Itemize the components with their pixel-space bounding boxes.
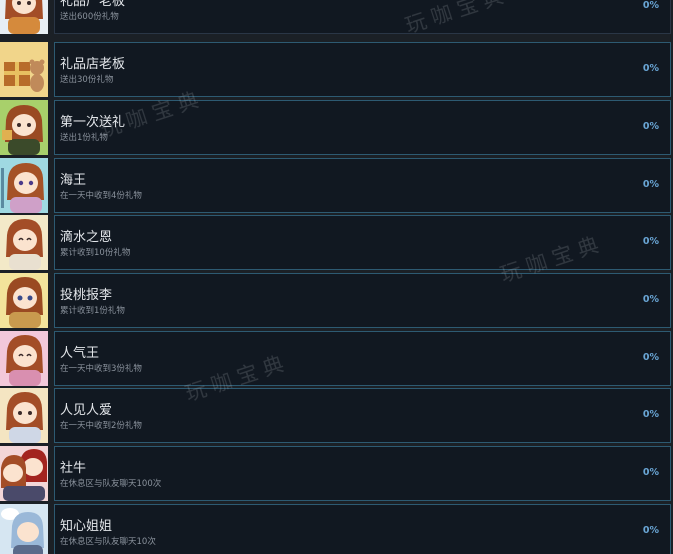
achievement-panel: 礼品厂老板 送出600份礼物 0% [54,0,671,34]
achievement-title: 海王 [60,173,87,188]
icon-face [12,114,36,136]
icon-face [13,345,37,367]
achievement-description: 在一天中收到4份礼物 [60,191,142,201]
achievement-title: 第一次送礼 [60,115,126,130]
achievement-row[interactable]: 礼品厂老板 送出600份礼物 0% [0,0,673,34]
icon-face [13,229,37,251]
achievement-row[interactable]: 知心姐姐 在休息区与队友聊天10次 0% [0,504,673,554]
achievement-row[interactable]: 第一次送礼 送出1份礼物 0% [0,100,673,155]
achievement-row[interactable]: 礼品店老板 送出30份礼物 0% [0,42,673,97]
achievement-percent: 0% [642,409,659,420]
achievement-title: 礼品店老板 [60,57,126,72]
achievement-panel: 第一次送礼 送出1份礼物 0% [54,100,671,155]
achievement-panel: 滴水之恩 累计收到10份礼物 0% [54,215,671,270]
gift-box-bear-icon [0,42,48,97]
gift-master-portrait-icon [0,0,48,34]
icon-body [9,312,41,328]
first-gift-portrait-icon [0,100,48,155]
icon-face [14,172,38,194]
social-pair-portrait-icon [0,446,48,501]
achievement-panel: 海王 在一天中收到4份礼物 0% [54,158,671,213]
achievement-panel: 人气王 在一天中收到3份礼物 0% [54,331,671,386]
achievement-title: 滴水之恩 [60,230,113,245]
water-drop-portrait-icon [0,215,48,270]
achievement-list: 礼品厂老板 送出600份礼物 0% 礼品店老板 送出30份礼物 0% 第一次送礼… [0,0,673,554]
achievement-percent: 0% [642,467,659,478]
achievement-description: 在一天中收到3份礼物 [60,364,142,374]
icon-body [3,486,45,501]
achievement-description: 累计收到10份礼物 [60,248,131,258]
achievement-description: 送出30份礼物 [60,75,114,85]
chat-bubble-portrait-icon [0,504,48,554]
achievement-description: 送出1份礼物 [60,133,108,143]
achievement-row[interactable]: 投桃报李 累计收到1份礼物 0% [0,273,673,328]
icon-body [9,254,41,270]
achievement-description: 送出600份礼物 [60,12,119,22]
icon-face [17,522,39,542]
icon-face [13,287,37,309]
achievement-percent: 0% [642,525,659,536]
icon-body [9,370,41,386]
achievement-title: 人气王 [60,346,100,361]
achievement-row[interactable]: 海王 在一天中收到4份礼物 0% [0,158,673,213]
achievement-percent: 0% [642,236,659,247]
achievement-title: 社牛 [60,461,87,476]
achievement-row[interactable]: 人气王 在一天中收到3份礼物 0% [0,331,673,386]
achievement-percent: 0% [642,63,659,74]
achievement-description: 在休息区与队友聊天100次 [60,479,162,489]
icon-body [8,139,40,155]
achievement-panel: 知心姐姐 在休息区与队友聊天10次 0% [54,504,671,554]
popularity-portrait-icon [0,331,48,386]
achievement-panel: 社牛 在休息区与队友聊天100次 0% [54,446,671,501]
achievement-percent: 0% [642,0,659,11]
icon-face [13,402,37,424]
peach-plum-portrait-icon [0,273,48,328]
achievement-percent: 0% [642,179,659,190]
achievement-panel: 人见人爱 在一天中收到2份礼物 0% [54,388,671,443]
achievement-percent: 0% [642,352,659,363]
icon-body [13,545,43,554]
achievement-percent: 0% [642,294,659,305]
achievement-description: 累计收到1份礼物 [60,306,125,316]
achievement-row[interactable]: 人见人爱 在一天中收到2份礼物 0% [0,388,673,443]
achievement-title: 知心姐姐 [60,519,113,534]
achievement-title: 投桃报李 [60,288,113,303]
achievement-percent: 0% [642,121,659,132]
achievement-row[interactable]: 滴水之恩 累计收到10份礼物 0% [0,215,673,270]
achievement-panel: 礼品店老板 送出30份礼物 0% [54,42,671,97]
beloved-portrait-icon [0,388,48,443]
icon-body [10,197,42,213]
achievement-row[interactable]: 社牛 在休息区与队友聊天100次 0% [0,446,673,501]
achievement-description: 在一天中收到2份礼物 [60,421,142,431]
achievement-title: 礼品厂老板 [60,0,126,9]
achievement-title: 人见人爱 [60,403,113,418]
icon-body [9,427,41,443]
achievement-panel: 投桃报李 累计收到1份礼物 0% [54,273,671,328]
achievement-description: 在休息区与队友聊天10次 [60,537,156,547]
icon-face [3,464,23,482]
sea-king-portrait-icon [0,158,48,213]
icon-body [8,17,40,34]
